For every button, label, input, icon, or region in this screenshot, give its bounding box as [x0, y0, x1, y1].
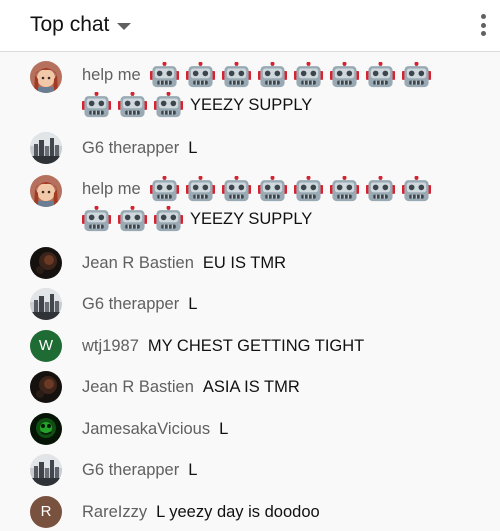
message-text: L — [188, 461, 198, 479]
robot-face-icon — [402, 176, 431, 202]
robot-face-icon — [222, 62, 251, 88]
author-name[interactable]: RareIzzy — [82, 500, 147, 524]
message-text: MY CHEST GETTING TIGHT — [147, 337, 365, 355]
author-name[interactable]: help me — [82, 63, 141, 87]
message-line: G6 therapper L — [82, 458, 197, 482]
author-avatar-letter[interactable]: W — [30, 330, 62, 362]
chat-mode-title: Top chat — [30, 13, 110, 36]
green-avatar-icon — [30, 413, 62, 445]
more-options-icon[interactable] — [476, 12, 490, 38]
author-avatar[interactable] — [30, 454, 62, 486]
chevron-down-icon — [117, 22, 132, 30]
author-name[interactable]: help me — [82, 177, 141, 201]
robot-face-icon — [330, 62, 359, 88]
message-text: ASIA IS TMR — [202, 378, 300, 396]
message-text: YEEZY SUPPLY — [190, 96, 313, 114]
author-name[interactable]: G6 therapper — [82, 458, 179, 482]
message-line: Jean R Bastien ASIA IS TMR — [82, 375, 300, 399]
skyline-avatar-icon — [30, 454, 62, 486]
message-line: RareIzzy L yeezy day is doodoo — [82, 500, 320, 524]
message-text: L — [219, 420, 229, 438]
robot-face-icon — [258, 176, 287, 202]
message-line: G6 therapper L — [82, 136, 197, 160]
message-line: G6 therapper L — [82, 292, 197, 316]
anime-avatar-icon — [30, 175, 62, 207]
author-name[interactable]: wtj1987 — [82, 334, 139, 358]
robot-face-icon — [82, 92, 111, 118]
author-avatar[interactable] — [30, 371, 62, 403]
menu-dot — [480, 31, 486, 36]
skyline-avatar-icon — [30, 132, 62, 164]
robot-face-icon — [294, 176, 323, 202]
author-name[interactable]: G6 therapper — [82, 292, 179, 316]
robot-face-icon — [330, 176, 359, 202]
menu-dot — [480, 14, 486, 19]
robot-face-icon — [154, 206, 183, 232]
message-first-line: help me — [82, 62, 438, 88]
menu-dot — [480, 22, 486, 28]
message-second-line: YEEZY SUPPLY — [82, 206, 312, 232]
dark-avatar-icon — [30, 247, 62, 279]
message-text: L — [188, 295, 198, 313]
message-text: L yeezy day is doodoo — [156, 503, 320, 521]
chat-message: R RareIzzy L yeezy day is doodoo — [0, 496, 500, 528]
chat-message: G6 therapper L — [0, 288, 500, 320]
message-text: L — [188, 139, 198, 157]
author-avatar[interactable] — [30, 288, 62, 320]
robot-face-icon — [366, 176, 395, 202]
robot-face-icon — [150, 176, 179, 202]
message-text: EU IS TMR — [202, 254, 287, 272]
anime-avatar-icon — [30, 61, 62, 93]
robot-face-icon — [118, 92, 147, 118]
top-chat-dropdown[interactable]: Top chat — [30, 11, 132, 39]
message-first-line: help me — [82, 176, 438, 202]
skyline-avatar-icon — [30, 288, 62, 320]
author-avatar[interactable] — [30, 413, 62, 445]
message-line: JamesakaVicious L — [82, 417, 228, 441]
robot-face-icon — [294, 62, 323, 88]
message-line: Jean R Bastien EU IS TMR — [82, 251, 286, 275]
robot-face-icon — [402, 62, 431, 88]
dark-avatar-icon — [30, 371, 62, 403]
author-name[interactable]: Jean R Bastien — [82, 251, 194, 275]
author-avatar[interactable] — [30, 247, 62, 279]
chat-message: W wtj1987 MY CHEST GETTING TIGHT — [0, 330, 500, 362]
robot-face-icon — [150, 62, 179, 88]
chat-message: Jean R Bastien EU IS TMR — [0, 247, 500, 279]
chat-message: Jean R Bastien ASIA IS TMR — [0, 371, 500, 403]
author-name[interactable]: Jean R Bastien — [82, 375, 194, 399]
author-avatar-letter[interactable]: R — [30, 496, 62, 528]
chat-message: JamesakaVicious L — [0, 413, 500, 445]
robot-face-icon — [154, 92, 183, 118]
author-name[interactable]: G6 therapper — [82, 136, 179, 160]
chat-message: help me YEEZY SUPPLY — [0, 59, 500, 119]
robot-face-icon — [258, 62, 287, 88]
message-second-line: YEEZY SUPPLY — [82, 92, 312, 118]
message-line: wtj1987 MY CHEST GETTING TIGHT — [82, 334, 364, 358]
author-avatar[interactable] — [30, 61, 62, 93]
robot-face-icon — [222, 176, 251, 202]
robot-face-icon — [186, 176, 215, 202]
chat-message: G6 therapper L — [0, 454, 500, 486]
robot-face-icon — [118, 206, 147, 232]
message-text: YEEZY SUPPLY — [190, 210, 313, 228]
author-avatar[interactable] — [30, 175, 62, 207]
author-avatar[interactable] — [30, 132, 62, 164]
chat-message: G6 therapper L — [0, 132, 500, 164]
robot-face-icon — [82, 206, 111, 232]
robot-face-icon — [186, 62, 215, 88]
chat-header: Top chat — [0, 0, 500, 52]
chat-message: help me YEEZY SUPPLY — [0, 173, 500, 233]
robot-face-icon — [366, 62, 395, 88]
author-name[interactable]: JamesakaVicious — [82, 417, 210, 441]
